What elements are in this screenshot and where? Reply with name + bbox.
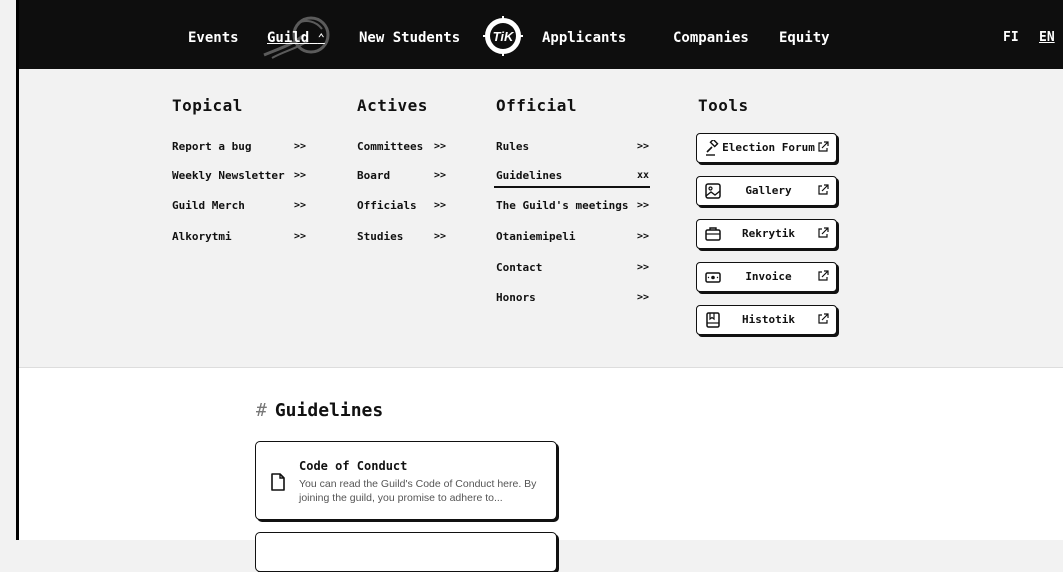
document-icon xyxy=(271,473,285,491)
nav-new-students[interactable]: New Students xyxy=(359,30,460,46)
page-title-text: Guidelines xyxy=(274,400,384,421)
link-alkorytmi[interactable]: Alkorytmi xyxy=(172,230,232,243)
arrow-board[interactable]: >> xyxy=(434,170,446,181)
link-guild-meetings[interactable]: The Guild's meetings xyxy=(496,199,628,212)
nav-equity[interactable]: Equity xyxy=(779,30,830,46)
arrow-honors[interactable]: >> xyxy=(637,292,649,303)
tool-label-election-forum: Election Forum xyxy=(722,141,815,154)
link-contact[interactable]: Contact xyxy=(496,261,542,274)
external-link-icon xyxy=(818,184,829,195)
arrow-guild-meetings[interactable]: >> xyxy=(637,200,649,211)
column-title-official: Official xyxy=(496,96,578,115)
page-frame: Events Guild ⌃ New Students TiK Applican… xyxy=(16,0,1063,572)
tool-election-forum[interactable]: Election Forum xyxy=(696,133,837,163)
page-title: # Guidelines xyxy=(256,400,383,421)
external-link-icon xyxy=(818,313,829,324)
link-studies[interactable]: Studies xyxy=(357,230,403,243)
briefcase-icon xyxy=(705,227,721,241)
link-guidelines[interactable]: Guidelines xyxy=(496,169,562,182)
book-icon xyxy=(706,312,720,328)
arrow-studies[interactable]: >> xyxy=(434,231,446,242)
arrow-alkorytmi[interactable]: >> xyxy=(294,231,306,242)
tool-gallery[interactable]: Gallery xyxy=(696,176,837,206)
svg-text:TiK: TiK xyxy=(493,29,515,44)
tool-histotik[interactable]: Histotik xyxy=(696,305,837,335)
nav-guild[interactable]: Guild ⌃ xyxy=(267,30,325,46)
arrow-contact[interactable]: >> xyxy=(637,262,649,273)
language-fi[interactable]: FI xyxy=(1003,30,1019,45)
arrow-officials[interactable]: >> xyxy=(434,200,446,211)
nav-companies[interactable]: Companies xyxy=(673,30,749,46)
guideline-card-code-of-conduct[interactable]: Code of Conduct You can read the Guild's… xyxy=(255,441,557,520)
link-weekly-newsletter[interactable]: Weekly Newsletter xyxy=(172,169,285,182)
top-navigation: Events Guild ⌃ New Students TiK Applican… xyxy=(19,0,1063,69)
external-link-icon xyxy=(818,270,829,281)
link-officials[interactable]: Officials xyxy=(357,199,417,212)
external-link-icon xyxy=(818,227,829,238)
tool-label-rekrytik: Rekrytik xyxy=(742,227,795,240)
guild-mega-menu: Topical Report a bug >> Weekly Newslette… xyxy=(19,69,1063,368)
column-title-tools: Tools xyxy=(698,96,749,115)
active-link-underline xyxy=(494,186,650,188)
link-committees[interactable]: Committees xyxy=(357,140,423,153)
language-en[interactable]: EN xyxy=(1039,30,1055,45)
arrow-guild-merch[interactable]: >> xyxy=(294,200,306,211)
tool-rekrytik[interactable]: Rekrytik xyxy=(696,219,837,249)
tik-logo-icon[interactable]: TiK xyxy=(483,16,523,56)
link-guild-merch[interactable]: Guild Merch xyxy=(172,199,245,212)
arrow-rules[interactable]: >> xyxy=(637,141,649,152)
close-guidelines-marker[interactable]: xx xyxy=(637,170,649,181)
nav-guild-label: Guild xyxy=(267,30,310,46)
guideline-card-partial[interactable] xyxy=(255,532,557,572)
arrow-report-a-bug[interactable]: >> xyxy=(294,141,306,152)
card-title: Code of Conduct xyxy=(299,459,408,473)
card-description: You can read the Guild's Code of Conduct… xyxy=(299,478,537,504)
nav-events[interactable]: Events xyxy=(188,30,239,46)
money-icon xyxy=(705,272,721,283)
tool-label-invoice: Invoice xyxy=(745,270,792,283)
link-otaniemipeli[interactable]: Otaniemipeli xyxy=(496,230,575,243)
link-rules[interactable]: Rules xyxy=(496,140,529,153)
column-title-actives: Actives xyxy=(357,96,428,115)
image-icon xyxy=(705,183,721,199)
link-board[interactable]: Board xyxy=(357,169,390,182)
column-title-topical: Topical xyxy=(172,96,243,115)
nav-applicants[interactable]: Applicants xyxy=(542,30,626,46)
arrow-weekly-newsletter[interactable]: >> xyxy=(294,170,306,181)
external-link-icon xyxy=(818,141,829,152)
link-report-a-bug[interactable]: Report a bug xyxy=(172,140,251,153)
heading-hash: # xyxy=(256,400,267,421)
tool-invoice[interactable]: Invoice xyxy=(696,262,837,292)
tool-label-gallery: Gallery xyxy=(745,184,792,197)
tool-label-histotik: Histotik xyxy=(742,313,795,326)
arrow-otaniemipeli[interactable]: >> xyxy=(637,231,649,242)
arrow-committees[interactable]: >> xyxy=(434,141,446,152)
chevron-up-icon: ⌃ xyxy=(317,31,325,45)
link-honors[interactable]: Honors xyxy=(496,291,536,304)
